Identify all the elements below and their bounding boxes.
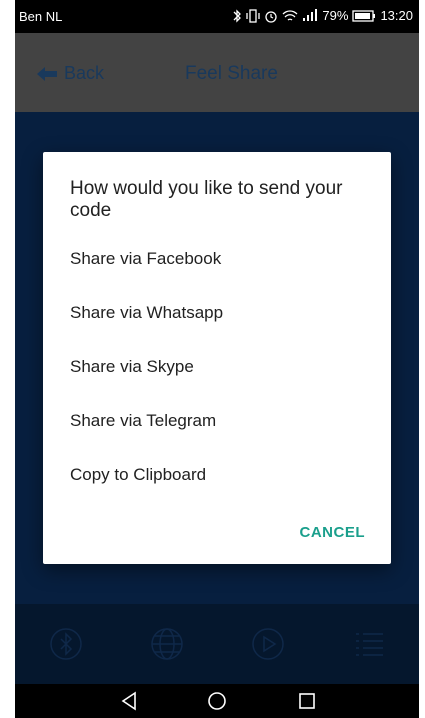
home-circle-icon[interactable] [206,690,228,712]
alarm-icon [265,10,278,23]
vibrate-icon [246,8,261,23]
clock: 13:20 [380,8,413,23]
share-facebook-option[interactable]: Share via Facebook [70,249,221,269]
share-whatsapp-option[interactable]: Share via Whatsapp [70,303,223,323]
recents-square-icon[interactable] [296,690,318,712]
share-skype-option[interactable]: Share via Skype [70,357,194,377]
copy-clipboard-option[interactable]: Copy to Clipboard [70,465,206,485]
share-dialog: How would you like to send your code Sha… [43,152,391,564]
signal-icon [303,9,318,21]
carrier-name: Ben NL [19,9,63,24]
bluetooth-icon [233,8,242,23]
share-telegram-option[interactable]: Share via Telegram [70,411,216,431]
status-icons: 79% 13:20 [232,8,413,23]
dialog-title: How would you like to send your code [70,178,343,221]
status-bar: Ben NL 79% 13:20 [15,0,419,33]
phone-screen: Ben NL 79% 13:20 Back Feel Share How wou… [15,0,419,718]
wifi-icon [282,9,298,21]
battery-percent: 79% [322,8,349,23]
cancel-button[interactable]: CANCEL [300,524,366,541]
system-nav-bar [15,684,419,718]
battery-icon [352,9,376,22]
back-triangle-icon[interactable] [118,690,140,712]
